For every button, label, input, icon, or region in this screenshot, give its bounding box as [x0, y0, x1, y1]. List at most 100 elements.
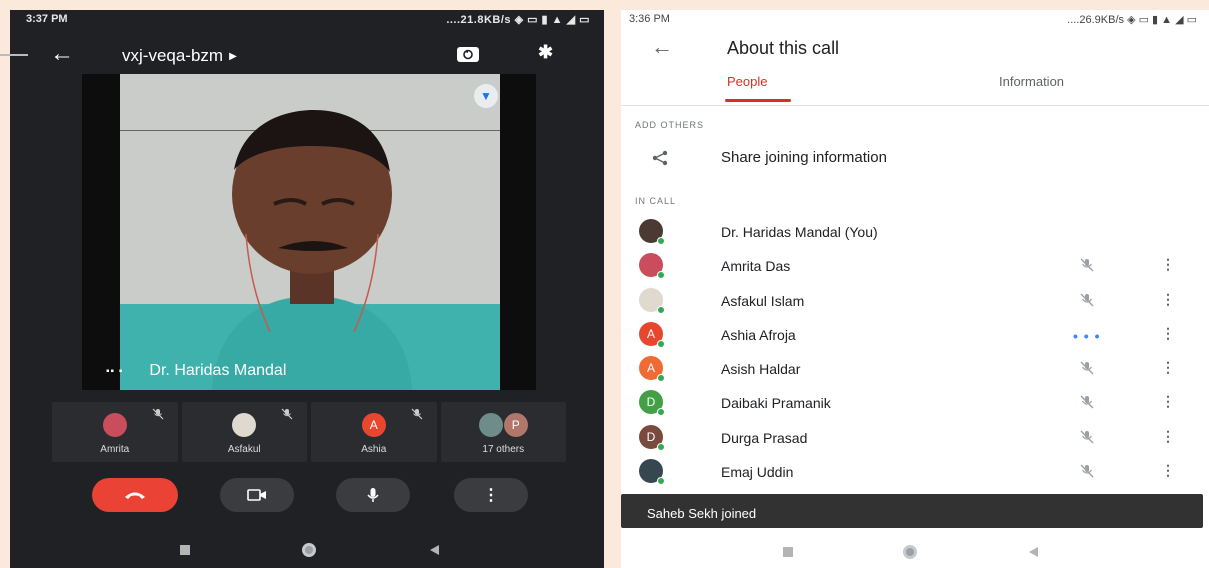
speaking-indicator-icon: • • • [1073, 327, 1101, 344]
back-arrow-icon[interactable]: ← [651, 34, 673, 60]
recents-icon[interactable] [180, 545, 190, 555]
back-arrow-icon[interactable]: ← [50, 40, 74, 68]
chevron-right-icon: ▶ [229, 51, 237, 62]
list-item[interactable]: Dr. Haridas Mandal (You) [621, 215, 1209, 249]
back-nav-icon[interactable] [430, 545, 439, 555]
participant-name: Asish Haldar [721, 361, 801, 378]
snackbar-toast: Saheb Sekh joined [621, 494, 1203, 528]
online-indicator [657, 305, 665, 314]
mic-off-icon [1080, 430, 1094, 444]
meeting-code-button[interactable]: vxj-veqa-bzm ▶ [122, 46, 237, 66]
home-icon[interactable] [903, 545, 917, 559]
status-network: ....21.8KB/s ◈ ▭ ▮ ▲ ◢ ▭ [446, 13, 590, 26]
mic-off-icon [1080, 464, 1094, 478]
page-title: About this call [727, 38, 840, 58]
tile-name: Asfakul [227, 444, 261, 455]
meeting-code: vxj-veqa-bzm [122, 46, 224, 65]
status-network: ....26.9KB/s ◈ ▭ ▮ ▲ ◢ ▭ [1067, 13, 1197, 26]
online-indicator [657, 374, 665, 383]
tab-information[interactable]: Information [999, 74, 1064, 89]
tile-name: 17 others [482, 444, 525, 455]
avatar: P [503, 413, 528, 437]
participant-name: Amrita Das [721, 258, 791, 275]
participant-name: Ashia Afroja [721, 326, 796, 343]
more-vert-icon[interactable]: ⋮ [1161, 428, 1175, 445]
participant-name: Durga Prasad [721, 429, 808, 446]
list-item[interactable]: Emaj Uddin ⋮ [621, 455, 1209, 489]
participant-tiles: Amrita Asfakul A Ashia P 17 others [52, 402, 566, 462]
android-nav-bar [10, 536, 604, 564]
call-header: ← vxj-veqa-bzm ▶ ✱ [10, 32, 604, 78]
active-tab-indicator [725, 99, 791, 102]
recents-icon[interactable] [783, 547, 793, 557]
avatar [102, 413, 127, 437]
speaker-label: ▪▪ ▪ Dr. Haridas Mandal [106, 362, 286, 380]
share-joining-info-button[interactable]: Share joining information [651, 146, 1191, 170]
list-item[interactable]: D Daibaki Pramanik ⋮ [621, 386, 1209, 420]
participant-tile[interactable]: Amrita [52, 402, 178, 462]
call-controls: ⋮ [10, 478, 604, 518]
list-item[interactable]: A Asish Haldar ⋮ [621, 352, 1209, 386]
pin-icon[interactable]: ▼ [474, 84, 498, 108]
list-item[interactable]: A Ashia Afroja • • • ⋮ [621, 318, 1209, 352]
list-item[interactable]: D Durga Prasad ⋮ [621, 421, 1209, 455]
avatar [478, 413, 503, 437]
switch-camera-icon[interactable] [456, 45, 480, 63]
back-nav-icon[interactable] [1029, 547, 1038, 557]
status-time: 3:37 PM [26, 13, 68, 25]
tile-name: Amrita [100, 444, 130, 455]
online-indicator [657, 408, 665, 417]
home-icon[interactable] [302, 543, 316, 557]
camera-toggle-button[interactable] [220, 478, 294, 512]
tile-name: Ashia [361, 444, 387, 455]
meet-call-screen: 3:37 PM ....21.8KB/s ◈ ▭ ▮ ▲ ◢ ▭ ← vxj-v… [0, 10, 604, 568]
status-bar: 3:36 PM ....26.9KB/s ◈ ▭ ▮ ▲ ◢ ▭ [621, 10, 1209, 28]
status-time: 3:36 PM [629, 13, 670, 25]
mic-off-icon [411, 408, 422, 420]
tab-bar: People Information [621, 72, 1209, 106]
participant-list: Dr. Haridas Mandal (You) Amrita Das ⋮ As… [621, 215, 1209, 489]
bluetooth-icon[interactable]: ✱ [538, 42, 553, 63]
audio-dots-icon: ▪▪ ▪ [106, 365, 124, 377]
participant-tile[interactable]: A Ashia [311, 402, 437, 462]
mic-toggle-button[interactable] [336, 478, 410, 512]
avatar [232, 413, 257, 437]
about-call-screen: 3:36 PM ....26.9KB/s ◈ ▭ ▮ ▲ ◢ ▭ ← About… [621, 10, 1209, 568]
add-others-header: ADD OTHERS [635, 120, 705, 130]
mic-off-icon [1080, 293, 1094, 307]
online-indicator [657, 477, 665, 486]
mic-off-icon [1080, 258, 1094, 272]
speaker-video-image [212, 110, 412, 390]
more-vert-icon[interactable]: ⋮ [1161, 291, 1175, 308]
participant-name: Daibaki Pramanik [721, 395, 831, 412]
mic-off-icon [152, 408, 163, 420]
status-bar: 3:37 PM ....21.8KB/s ◈ ▭ ▮ ▲ ◢ ▭ [10, 10, 604, 28]
android-nav-bar [621, 540, 1209, 564]
more-vert-icon[interactable]: ⋮ [1161, 393, 1175, 410]
main-video: ▼ ▪▪ ▪ Dr. Haridas Mandal [82, 74, 536, 390]
more-vert-icon[interactable]: ⋮ [454, 478, 528, 512]
end-call-icon [125, 492, 145, 499]
more-vert-icon[interactable]: ⋮ [1161, 325, 1175, 342]
mic-off-icon [1080, 361, 1094, 375]
participant-tile[interactable]: Asfakul [181, 402, 307, 462]
participant-tile-others[interactable]: P 17 others [440, 402, 566, 462]
more-vert-icon[interactable]: ⋮ [1161, 462, 1175, 479]
camera-icon [247, 489, 266, 501]
avatar: A [361, 413, 386, 437]
more-vert-icon[interactable]: ⋮ [1161, 256, 1175, 273]
list-item[interactable]: Amrita Das ⋮ [621, 249, 1209, 283]
more-vert-icon[interactable]: ⋮ [1161, 359, 1175, 376]
participant-name: Asfakul Islam [721, 292, 805, 309]
end-call-button[interactable] [92, 478, 178, 512]
online-indicator [657, 271, 665, 280]
mic-icon [367, 488, 379, 502]
online-indicator [657, 442, 665, 451]
share-label: Share joining information [721, 149, 887, 166]
online-indicator [657, 339, 665, 348]
share-icon [652, 150, 668, 166]
list-item[interactable]: Asfakul Islam ⋮ [621, 284, 1209, 318]
in-call-header: IN CALL [635, 196, 677, 206]
tab-people[interactable]: People [727, 74, 767, 89]
participant-name: Dr. Haridas Mandal (You) [721, 224, 878, 240]
